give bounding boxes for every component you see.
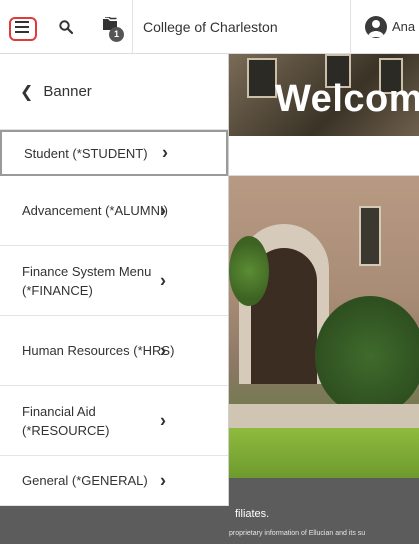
menu-button[interactable] <box>0 0 44 54</box>
menu-item-label: Advancement (*ALUMNI) <box>22 203 168 218</box>
menu-item-general[interactable]: General (*GENERAL) › <box>0 456 228 506</box>
chevron-right-icon: › <box>160 470 166 490</box>
user-name: Ana <box>392 19 416 34</box>
menu-back-button[interactable]: ❮ Banner <box>0 54 228 130</box>
chevron-left-icon: ❮ <box>20 83 34 101</box>
search-button[interactable] <box>44 0 88 54</box>
menu-item-student[interactable]: Student (*STUDENT) › <box>0 130 228 176</box>
menu-item-human-resources[interactable]: Human Resources (*HRS) › <box>0 316 228 386</box>
content-band <box>229 136 419 176</box>
user-menu[interactable]: Ana <box>351 15 416 38</box>
top-bar: 1 College of Charleston Ana <box>0 0 419 54</box>
menu-item-financial-aid[interactable]: Financial Aid (*RESOURCE) › <box>0 386 228 456</box>
campus-photo <box>229 176 419 478</box>
recent-items-button[interactable]: 1 <box>88 0 132 54</box>
hamburger-menu-icon <box>15 20 29 33</box>
chevron-right-icon: › <box>160 340 166 360</box>
welcome-heading: Welcome <box>275 78 419 120</box>
menu-back-label: Banner <box>43 83 92 100</box>
chevron-right-icon: › <box>160 270 166 290</box>
page-footer: filiates. proprietary information of Ell… <box>229 478 419 544</box>
menu-item-finance[interactable]: Finance System Menu (*FINANCE) › <box>0 246 228 316</box>
college-name: College of Charleston <box>133 0 351 54</box>
menu-item-advancement[interactable]: Advancement (*ALUMNI) › <box>0 176 228 246</box>
menu-item-label: Financial Aid (*RESOURCE) <box>22 403 110 438</box>
chevron-right-icon: › <box>160 200 166 220</box>
search-icon <box>59 19 73 34</box>
menu-item-label: Finance System Menu (*FINANCE) <box>22 263 152 298</box>
menu-footer <box>0 506 229 544</box>
chevron-right-icon: › <box>160 410 166 430</box>
footer-copyright: proprietary information of Ellucian and … <box>229 530 366 537</box>
welcome-page: Welcome filiates. proprietary informatio… <box>229 54 419 544</box>
menu-item-label: Student (*STUDENT) <box>24 145 148 161</box>
menu-item-label: Human Resources (*HRS) <box>22 343 175 358</box>
menu-item-label: General (*GENERAL) <box>22 473 148 488</box>
chevron-right-icon: › <box>162 142 168 163</box>
side-menu: ❮ Banner Student (*STUDENT) › Advancemen… <box>0 54 229 544</box>
footer-text: filiates. <box>235 508 270 520</box>
hero-banner: Welcome <box>229 54 419 136</box>
recent-count-badge: 1 <box>109 26 124 42</box>
user-avatar-icon <box>365 15 387 38</box>
